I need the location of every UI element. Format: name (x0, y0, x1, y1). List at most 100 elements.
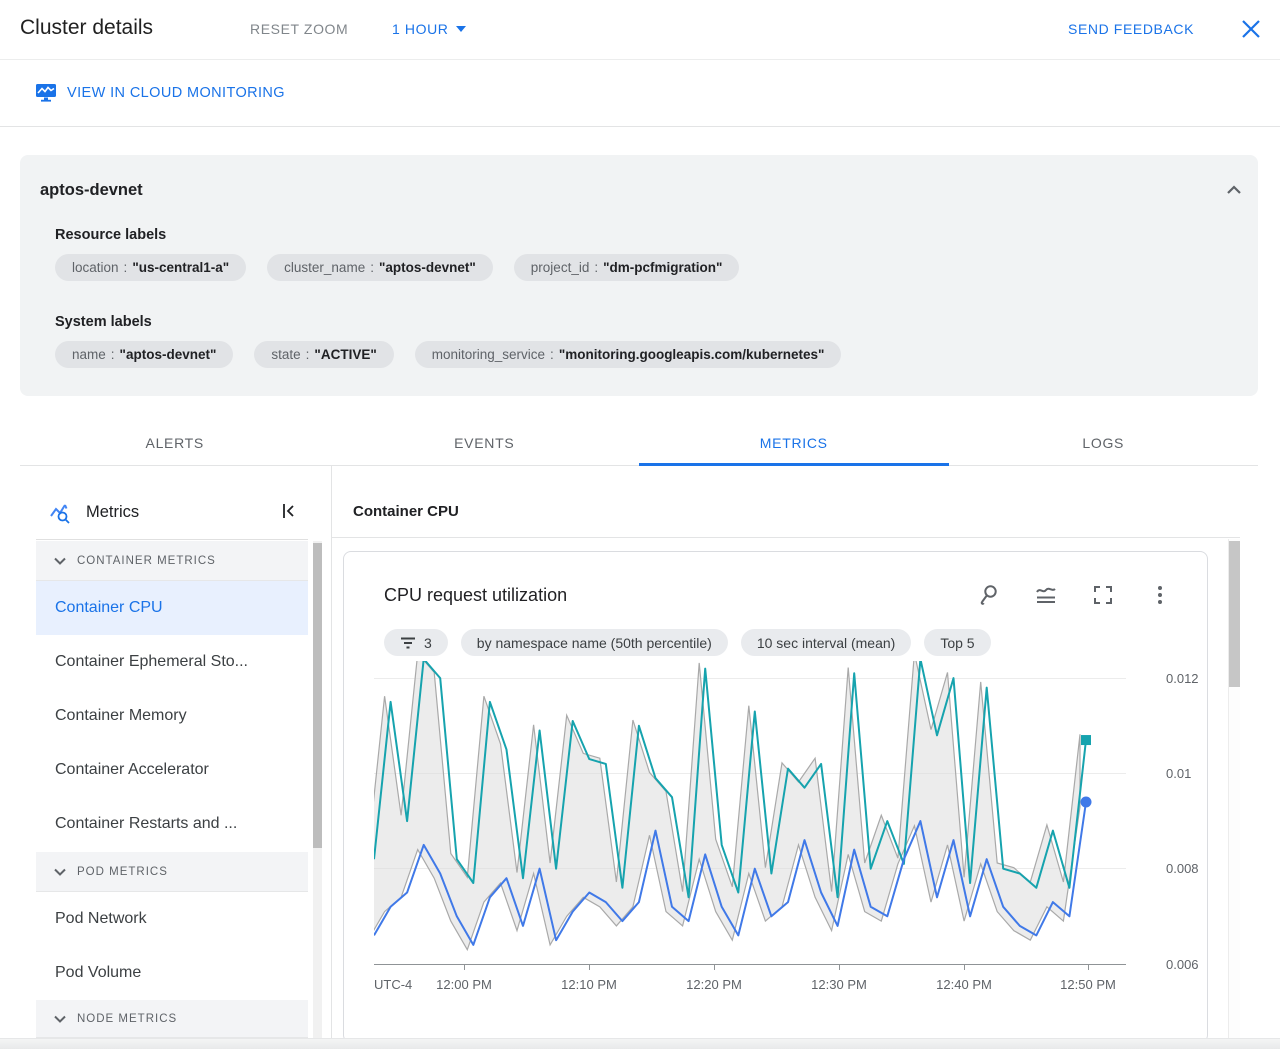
y-tick-label: 0.01 (1166, 766, 1192, 781)
chevron-down-icon (54, 868, 66, 876)
area-chart-icon (1036, 587, 1056, 603)
system-labels-row: name: "aptos-devnet" state: "ACTIVE" monit… (55, 341, 842, 368)
pill-value: "monitoring.googleapis.com/kubernetes" (558, 347, 825, 362)
sidebar-item-container-accelerator[interactable]: Container Accelerator (36, 743, 308, 797)
close-icon (1242, 20, 1260, 38)
main-scrollbar-thumb[interactable] (1229, 541, 1240, 687)
tab-metrics[interactable]: METRICS (639, 420, 949, 466)
pill-value: "aptos-devnet" (378, 260, 476, 275)
view-in-cloud-monitoring-label: VIEW IN CLOUD MONITORING (67, 84, 285, 101)
sidebar-scrollbar-thumb[interactable] (313, 543, 322, 848)
fullscreen-button[interactable] (1090, 583, 1116, 609)
chart-series-svg (374, 661, 1092, 952)
bottom-edge (0, 1038, 1280, 1049)
sidebar-title: Metrics (86, 503, 140, 521)
label-pill-cluster-name: cluster_name: "aptos-devnet" (267, 254, 493, 281)
top5-chip[interactable]: Top 5 (924, 629, 991, 656)
close-button[interactable] (1238, 17, 1264, 43)
pill-colon: : (305, 347, 310, 362)
more-vert-icon (1158, 586, 1162, 604)
area-chart-toggle-button[interactable] (1033, 583, 1059, 609)
tab-alerts[interactable]: ALERTS (20, 420, 330, 465)
sidebar-divider (331, 466, 332, 1038)
pill-value: "us-central1-a" (132, 260, 230, 275)
sidebar-section-node-metrics[interactable]: NODE METRICS (36, 1000, 308, 1038)
collapse-card-button[interactable] (1220, 177, 1248, 205)
cpu-utilization-plot[interactable]: 0.012 0.01 0.008 0.006 UTC-4 12:00 PM 12… (374, 661, 1199, 992)
pill-key: project_id (530, 260, 590, 275)
sidebar-item-pod-network[interactable]: Pod Network (36, 892, 308, 946)
x-tick-label: 12:40 PM (936, 977, 992, 992)
time-range-dropdown[interactable]: 1 HOUR (392, 21, 466, 37)
resource-labels-title: Resource labels (55, 227, 167, 243)
chevron-down-icon (54, 1015, 66, 1023)
magnifier-icon (980, 585, 997, 605)
more-options-button[interactable] (1147, 583, 1173, 609)
x-tick-label: 12:30 PM (811, 977, 867, 992)
y-tick-label: 0.008 (1166, 861, 1199, 876)
section-label: CONTAINER METRICS (77, 554, 216, 567)
filter-count-chip[interactable]: 3 (384, 629, 448, 656)
chip-label: 3 (424, 634, 432, 651)
chevron-down-icon (455, 26, 466, 32)
sidebar-item-container-cpu[interactable]: Container CPU (36, 581, 308, 635)
pill-colon: : (550, 347, 554, 362)
resource-labels-row: location: "us-central1-a" cluster_name: "a… (55, 254, 740, 281)
label-pill-monitoring-service: monitoring_service: "monitoring.googleapi… (414, 341, 842, 368)
cluster-summary-card: aptos-devnet Resource labels location: "u… (20, 155, 1258, 396)
filter-list-icon (401, 637, 415, 648)
send-feedback-button[interactable]: SEND FEEDBACK (1068, 21, 1194, 37)
pill-key: state (271, 347, 301, 362)
zoom-chart-button[interactable] (976, 583, 1002, 609)
sidebar-item-pod-volume[interactable]: Pod Volume (36, 946, 308, 1000)
section-label: NODE METRICS (77, 1012, 178, 1025)
pill-colon: : (110, 347, 115, 362)
y-tick-label: 0.006 (1166, 957, 1199, 972)
pill-key: monitoring_service (431, 347, 546, 362)
monitoring-link-bar: VIEW IN CLOUD MONITORING (0, 61, 1280, 127)
collapse-left-icon (283, 504, 294, 518)
sidebar-section-container-metrics[interactable]: CONTAINER METRICS (36, 541, 308, 581)
x-tick-label: 12:10 PM (561, 977, 617, 992)
sidebar-item-container-ephemeral-storage[interactable]: Container Ephemeral Sto... (36, 635, 308, 689)
system-labels-title: System labels (55, 314, 152, 330)
reset-zoom-button[interactable]: RESET ZOOM (250, 21, 348, 37)
x-tick-label: 12:50 PM (1060, 977, 1116, 992)
chevron-up-icon (1227, 184, 1241, 194)
pill-value: "dm-pcfmigration" (603, 260, 723, 275)
view-in-cloud-monitoring-link[interactable]: VIEW IN CLOUD MONITORING (35, 83, 285, 102)
cluster-details-dialog: Cluster details RESET ZOOM 1 HOUR SEND F… (0, 0, 1280, 1049)
tab-bar: ALERTS EVENTS METRICS LOGS (20, 420, 1258, 466)
chart-actions (976, 583, 1173, 609)
chart-title: CPU request utilization (384, 585, 568, 605)
tab-logs[interactable]: LOGS (949, 420, 1259, 465)
sidebar-section-pod-metrics[interactable]: POD METRICS (36, 852, 308, 892)
monitoring-chart-icon (36, 84, 56, 102)
y-tick-label: 0.012 (1166, 671, 1199, 686)
page-title: Cluster details (20, 16, 154, 39)
tab-events[interactable]: EVENTS (330, 420, 640, 465)
chart-card: CPU request utilization 3 by namespace n… (343, 551, 1208, 1043)
pill-colon: : (370, 260, 374, 275)
timezone-label: UTC-4 (374, 977, 413, 992)
pill-colon: : (594, 260, 599, 275)
interval-chip[interactable]: 10 sec interval (mean) (740, 629, 912, 656)
x-tick-label: 12:00 PM (436, 977, 492, 992)
sidebar-item-container-restarts[interactable]: Container Restarts and ... (36, 797, 308, 851)
chart-filter-chips: 3 by namespace name (50th percentile) 10… (384, 629, 991, 656)
groupby-chip[interactable]: by namespace name (50th percentile) (460, 629, 728, 656)
label-pill-state: state: "ACTIVE" (254, 341, 394, 368)
metrics-chart-icon (50, 503, 70, 524)
pill-value: "aptos-devnet" (119, 347, 217, 362)
label-pill-name: name: "aptos-devnet" (55, 341, 234, 368)
collapse-sidebar-button[interactable] (274, 499, 302, 527)
label-pill-location: location: "us-central1-a" (55, 254, 247, 281)
chevron-down-icon (54, 557, 66, 565)
pill-key: name (72, 347, 106, 362)
pill-colon: : (123, 260, 128, 275)
cluster-name: aptos-devnet (40, 181, 143, 199)
fullscreen-icon (1094, 586, 1112, 604)
sidebar-item-container-memory[interactable]: Container Memory (36, 689, 308, 743)
pill-key: location (72, 260, 119, 275)
pill-key: cluster_name (284, 260, 366, 275)
